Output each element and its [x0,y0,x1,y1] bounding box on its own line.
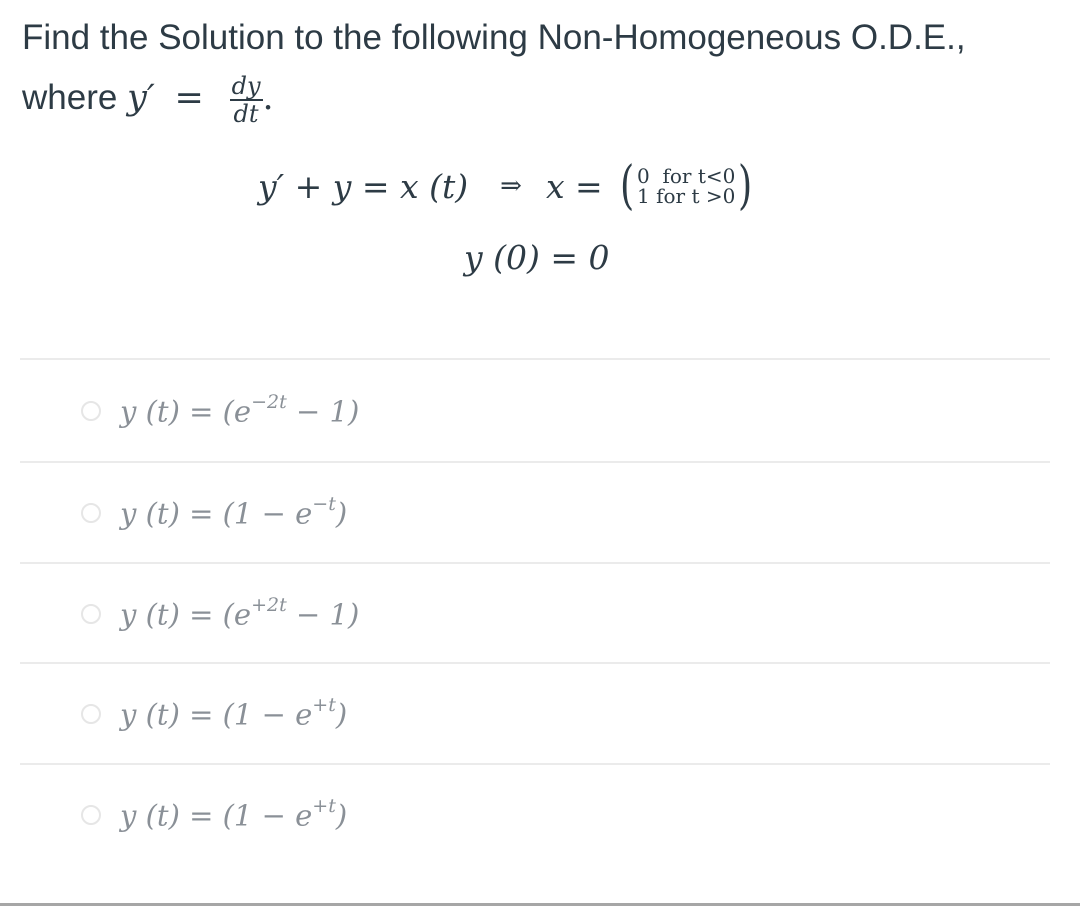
y-prime: y′ [127,78,155,118]
fraction-numerator: dy [229,71,263,101]
answer-option-4[interactable]: y (t) = (1 − e+t) [20,664,1050,764]
piecewise-row-1: 0 for t<0 [637,164,736,188]
answer-option-3[interactable]: y (t) = (e+2t − 1) [20,564,1050,664]
bottom-border [0,903,1080,906]
equation-lhs: y′ + y = x (t) [258,166,469,206]
ode-equation: y′ + y = x (t) ⇒ x = ( 0 for t<0 1 for t… [258,160,756,212]
answer-option-1[interactable]: y (t) = (e−2t − 1) [20,361,1050,461]
radio-button[interactable] [81,503,101,523]
right-paren: ) [738,156,753,216]
prompt-where: where [22,78,118,117]
piecewise-function: ( 0 for t<0 1 for t >0 ) [617,160,756,212]
implies-arrow: ⇒ [500,171,522,201]
question-prompt: Find the Solution to the following Non-H… [22,8,1062,128]
divider [20,358,1050,360]
answer-text: y (t) = (1 − e−t) [120,492,348,531]
prompt-line-1: Find the Solution to the following Non-H… [22,18,966,57]
answer-option-2[interactable]: y (t) = (1 − e−t) [20,463,1050,563]
answer-text: y (t) = (1 − e+t) [120,794,348,833]
radio-button[interactable] [81,704,101,724]
initial-condition: y (0) = 0 [464,238,610,277]
prompt-line-2: where y′ = dy dt . [22,68,1062,128]
piecewise-row-2: 1 for t >0 [637,184,736,208]
piecewise-rows: 0 for t<0 1 for t >0 [637,166,735,206]
answer-text: y (t) = (e−2t − 1) [120,390,360,429]
left-paren: ( [619,156,634,216]
radio-button[interactable] [81,604,101,624]
derivative-fraction: dy dt [229,71,263,128]
prompt-period: . [262,78,274,118]
fraction-denominator: dt [233,99,259,128]
x-equals: x = [545,166,603,206]
answer-option-5[interactable]: y (t) = (1 − e+t) [20,765,1050,865]
equals-sign: = [174,78,204,118]
answer-text: y (t) = (e+2t − 1) [120,593,360,632]
radio-button[interactable] [81,401,101,421]
answer-text: y (t) = (1 − e+t) [120,693,348,732]
radio-button[interactable] [81,805,101,825]
